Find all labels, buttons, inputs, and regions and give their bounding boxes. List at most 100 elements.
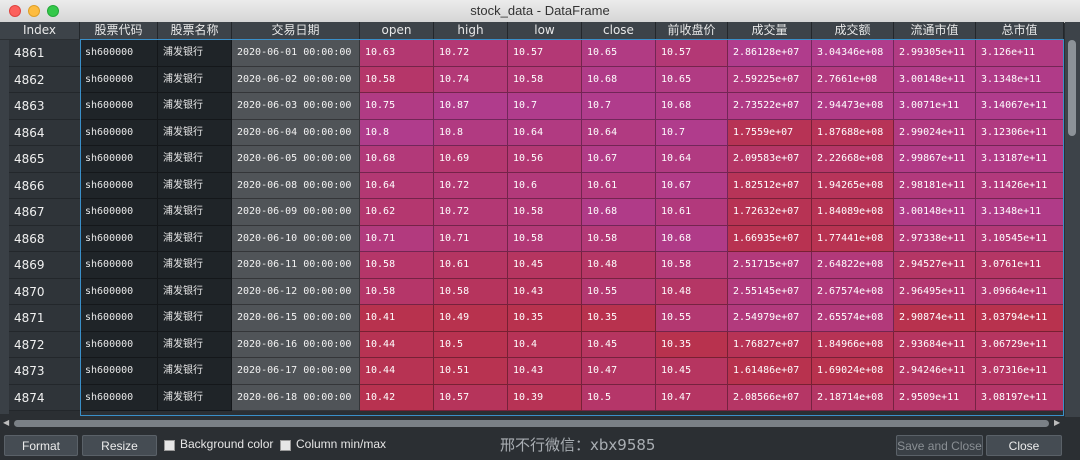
table-cell-high[interactable]: 10.69 (434, 146, 508, 173)
table-cell-prev-close[interactable]: 10.48 (656, 278, 728, 305)
table-cell-close[interactable]: 10.35 (582, 305, 656, 332)
table-cell-open[interactable]: 10.58 (360, 66, 434, 93)
table-cell-total-cap[interactable]: 3.13187e+11 (976, 146, 1064, 173)
table-cell-total-cap[interactable]: 3.10545e+11 (976, 225, 1064, 252)
table-cell-close[interactable]: 10.58 (582, 225, 656, 252)
save-and-close-button[interactable]: Save and Close (896, 435, 983, 456)
table-cell-high[interactable]: 10.72 (434, 40, 508, 67)
table-cell-volume[interactable]: 2.86128e+07 (728, 40, 812, 67)
vertical-scrollbar[interactable] (1065, 22, 1080, 417)
row-index[interactable]: 4872 (0, 331, 80, 358)
table-cell-high[interactable]: 10.58 (434, 278, 508, 305)
table-cell-volume[interactable]: 1.61486e+07 (728, 358, 812, 385)
table-cell-amount[interactable]: 1.84089e+08 (812, 199, 894, 226)
table-cell-stock-code[interactable]: sh600000 (80, 93, 158, 120)
table-cell-trade-date[interactable]: 2020-06-12 00:00:00 (232, 278, 360, 305)
table-cell-float-cap[interactable]: 2.96495e+11 (894, 278, 976, 305)
table-cell-stock-name[interactable]: 浦发银行 (158, 278, 232, 305)
table-cell-high[interactable]: 10.87 (434, 93, 508, 120)
table-cell-low[interactable]: 10.7 (508, 93, 582, 120)
table-cell-high[interactable]: 10.61 (434, 252, 508, 279)
table-cell-low[interactable]: 10.35 (508, 305, 582, 332)
column-header-open[interactable]: open (360, 22, 434, 39)
table-cell-open[interactable]: 10.64 (360, 172, 434, 199)
vertical-scroll-thumb[interactable] (1068, 40, 1076, 136)
table-cell-volume[interactable]: 2.59225e+07 (728, 66, 812, 93)
table-cell-open[interactable]: 10.41 (360, 305, 434, 332)
table-cell-float-cap[interactable]: 3.00148e+11 (894, 199, 976, 226)
horizontal-scrollbar[interactable]: ◀ ▶ (0, 417, 1065, 430)
column-header-close[interactable]: close (582, 22, 656, 39)
table-cell-trade-date[interactable]: 2020-06-05 00:00:00 (232, 146, 360, 173)
table-cell-low[interactable]: 10.39 (508, 384, 582, 411)
table-cell-close[interactable]: 10.45 (582, 331, 656, 358)
table-cell-open[interactable]: 10.58 (360, 252, 434, 279)
table-cell-close[interactable]: 10.65 (582, 40, 656, 67)
table-cell-open[interactable]: 10.42 (360, 384, 434, 411)
table-cell-close[interactable]: 10.47 (582, 358, 656, 385)
table-cell-total-cap[interactable]: 3.08197e+11 (976, 384, 1064, 411)
column-header-index[interactable]: Index (0, 22, 80, 39)
table-cell-open[interactable]: 10.75 (360, 93, 434, 120)
table-cell-float-cap[interactable]: 2.99305e+11 (894, 40, 976, 67)
table-cell-stock-code[interactable]: sh600000 (80, 252, 158, 279)
close-button[interactable]: Close (986, 435, 1062, 456)
table-cell-prev-close[interactable]: 10.64 (656, 146, 728, 173)
table-cell-close[interactable]: 10.55 (582, 278, 656, 305)
table-cell-stock-code[interactable]: sh600000 (80, 172, 158, 199)
column-minmax-checkbox[interactable] (280, 440, 291, 451)
table-cell-low[interactable]: 10.58 (508, 225, 582, 252)
table-cell-volume[interactable]: 2.55145e+07 (728, 278, 812, 305)
table-cell-float-cap[interactable]: 2.93684e+11 (894, 331, 976, 358)
table-cell-high[interactable]: 10.71 (434, 225, 508, 252)
table-cell-prev-close[interactable]: 10.47 (656, 384, 728, 411)
column-header-trade-date[interactable]: 交易日期 (232, 22, 360, 39)
table-cell-low[interactable]: 10.57 (508, 40, 582, 67)
row-index[interactable]: 4865 (0, 146, 80, 173)
table-cell-low[interactable]: 10.58 (508, 199, 582, 226)
table-cell-prev-close[interactable]: 10.67 (656, 172, 728, 199)
table-cell-low[interactable]: 10.56 (508, 146, 582, 173)
table-cell-prev-close[interactable]: 10.68 (656, 225, 728, 252)
table-cell-trade-date[interactable]: 2020-06-01 00:00:00 (232, 40, 360, 67)
table-cell-stock-name[interactable]: 浦发银行 (158, 305, 232, 332)
table-cell-total-cap[interactable]: 3.126e+11 (976, 40, 1064, 67)
table-cell-float-cap[interactable]: 2.99867e+11 (894, 146, 976, 173)
table-cell-volume[interactable]: 2.09583e+07 (728, 146, 812, 173)
table-cell-stock-name[interactable]: 浦发银行 (158, 384, 232, 411)
table-cell-high[interactable]: 10.72 (434, 199, 508, 226)
table-cell-stock-name[interactable]: 浦发银行 (158, 40, 232, 67)
table-cell-prev-close[interactable]: 10.68 (656, 93, 728, 120)
table-cell-trade-date[interactable]: 2020-06-03 00:00:00 (232, 93, 360, 120)
horizontal-scroll-thumb[interactable] (14, 420, 1049, 427)
table-cell-total-cap[interactable]: 3.09664e+11 (976, 278, 1064, 305)
table-cell-high[interactable]: 10.5 (434, 331, 508, 358)
row-index[interactable]: 4867 (0, 199, 80, 226)
column-header-total-cap[interactable]: 总市值 (976, 22, 1064, 39)
table-cell-close[interactable]: 10.48 (582, 252, 656, 279)
table-cell-float-cap[interactable]: 2.90874e+11 (894, 305, 976, 332)
table-cell-prev-close[interactable]: 10.35 (656, 331, 728, 358)
table-cell-trade-date[interactable]: 2020-06-09 00:00:00 (232, 199, 360, 226)
table-cell-volume[interactable]: 1.72632e+07 (728, 199, 812, 226)
table-cell-total-cap[interactable]: 3.14067e+11 (976, 93, 1064, 120)
row-index[interactable]: 4869 (0, 252, 80, 279)
table-cell-amount[interactable]: 2.94473e+08 (812, 93, 894, 120)
table-cell-trade-date[interactable]: 2020-06-10 00:00:00 (232, 225, 360, 252)
table-cell-volume[interactable]: 2.51715e+07 (728, 252, 812, 279)
table-cell-open[interactable]: 10.58 (360, 278, 434, 305)
table-cell-prev-close[interactable]: 10.57 (656, 40, 728, 67)
table-cell-float-cap[interactable]: 2.94527e+11 (894, 252, 976, 279)
table-cell-close[interactable]: 10.68 (582, 199, 656, 226)
table-cell-amount[interactable]: 2.18714e+08 (812, 384, 894, 411)
row-index[interactable]: 4864 (0, 119, 80, 146)
table-cell-stock-name[interactable]: 浦发银行 (158, 331, 232, 358)
table-cell-high[interactable]: 10.74 (434, 66, 508, 93)
table-cell-volume[interactable]: 2.54979e+07 (728, 305, 812, 332)
table-cell-total-cap[interactable]: 3.06729e+11 (976, 331, 1064, 358)
table-cell-stock-name[interactable]: 浦发银行 (158, 252, 232, 279)
table-cell-open[interactable]: 10.62 (360, 199, 434, 226)
table-cell-open[interactable]: 10.44 (360, 331, 434, 358)
table-cell-low[interactable]: 10.6 (508, 172, 582, 199)
table-cell-trade-date[interactable]: 2020-06-11 00:00:00 (232, 252, 360, 279)
